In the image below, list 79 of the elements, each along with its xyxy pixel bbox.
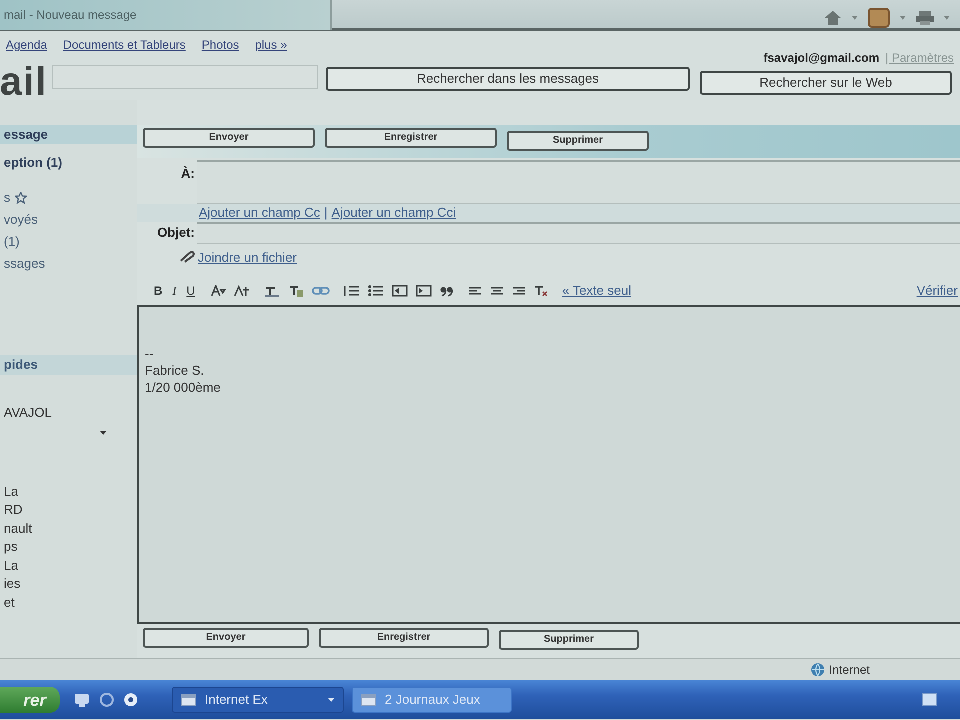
sidebar-link[interactable]: voyés [0, 210, 137, 229]
link-separator: | [324, 204, 328, 222]
add-cc-link[interactable]: Ajouter un champ Cci [332, 202, 456, 222]
security-zone-text: Internet [829, 662, 870, 678]
gmail-logo[interactable]: ail [0, 67, 46, 97]
media-player-icon[interactable] [124, 692, 138, 706]
text-color-icon[interactable] [264, 285, 280, 298]
search-mail-button[interactable]: Rechercher dans les messages [326, 67, 690, 91]
to-field[interactable] [197, 160, 960, 204]
sidebar-link[interactable]: eption (1) [0, 153, 137, 172]
browser-tab[interactable]: mail - Nouveau message [0, 0, 332, 30]
subject-label: Objet: [156, 224, 196, 242]
browser-icon[interactable] [100, 692, 114, 706]
bulleted-list-icon[interactable] [368, 285, 384, 298]
tab-title: mail - Nouveau message [4, 8, 137, 22]
taskbar-button[interactable]: Internet Ex [172, 686, 344, 712]
caret-down-icon [328, 698, 335, 702]
subject-field[interactable] [197, 222, 960, 244]
attach-file-link[interactable]: Joindre un fichier [198, 248, 297, 268]
body-text-line: 1/20 000ème [145, 379, 221, 396]
font-icon[interactable] [210, 285, 226, 298]
search-field[interactable] [52, 65, 318, 89]
search-web-button[interactable]: Rechercher sur le Web [700, 71, 952, 95]
underline-button[interactable]: U [186, 284, 196, 298]
send-button[interactable]: Envoyer [143, 128, 315, 148]
align-right-icon[interactable] [512, 285, 526, 298]
sidebar-link[interactable]: essage [0, 125, 137, 144]
save-button[interactable]: Enregistrer [319, 628, 489, 648]
sidebar-link[interactable]: ssages [0, 254, 137, 273]
contact-entry[interactable]: ps [4, 538, 133, 556]
align-center-icon[interactable] [490, 285, 504, 298]
contacts-header[interactable]: pides [0, 355, 137, 375]
body-text-line: Fabrice S. [145, 362, 204, 380]
quote-icon[interactable] [440, 285, 454, 298]
body-text-line: -- [145, 345, 154, 362]
bold-button[interactable]: B [153, 284, 164, 298]
nav-link[interactable]: Agenda [6, 36, 48, 54]
outdent-icon[interactable] [392, 285, 408, 298]
window-icon [361, 692, 377, 706]
printer-icon[interactable] [916, 11, 934, 25]
contact-entry[interactable]: La [4, 482, 133, 501]
globe-icon [811, 662, 826, 676]
sidebar-link[interactable]: (1) [0, 232, 137, 251]
save-button[interactable]: Enregistrer [325, 128, 497, 148]
spellcheck-link[interactable]: Vérifier [916, 281, 958, 301]
italic-button[interactable]: I [172, 284, 178, 298]
numbered-list-icon[interactable] [344, 285, 360, 298]
contact-entry[interactable]: nault [4, 520, 133, 538]
paperclip-icon [179, 251, 195, 264]
star-icon [14, 192, 26, 204]
contact-entry[interactable]: RD [4, 501, 133, 520]
caret-down-icon[interactable] [100, 430, 107, 434]
contact-entry[interactable]: et [4, 594, 133, 612]
highlight-icon[interactable] [288, 285, 304, 298]
plain-text-link[interactable]: « Texte seul [562, 281, 632, 301]
nav-link[interactable]: Photos [202, 36, 240, 54]
indent-icon[interactable] [416, 285, 432, 298]
nav-link[interactable]: plus » [255, 36, 288, 54]
to-label: À: [180, 164, 196, 183]
contact-name[interactable]: AVAJOL [4, 403, 133, 422]
window-icon [181, 692, 197, 706]
sidebar-link[interactable]: s [0, 188, 137, 207]
link-icon[interactable] [312, 285, 330, 298]
account-email: fsavajol@gmail.com [764, 50, 880, 67]
delete-button[interactable]: Supprimer [499, 630, 639, 650]
home-icon[interactable] [824, 10, 842, 26]
nav-link[interactable]: Documents et Tableurs [63, 36, 186, 54]
feed-icon[interactable] [868, 8, 890, 28]
contact-entry[interactable]: ies [4, 575, 133, 594]
contact-entry[interactable]: La [4, 556, 133, 575]
align-left-icon[interactable] [468, 285, 482, 298]
add-cc-link[interactable]: Ajouter un champ Cc [199, 202, 320, 222]
desktop-icon[interactable] [74, 692, 90, 706]
tray-icon[interactable] [922, 692, 938, 706]
clear-formatting-icon[interactable] [534, 285, 548, 298]
font-size-icon[interactable] [234, 285, 250, 298]
message-body-editor[interactable]: -- Fabrice S. 1/20 000ème [137, 305, 960, 624]
send-button[interactable]: Envoyer [143, 628, 309, 648]
delete-button[interactable]: Supprimer [507, 131, 649, 151]
